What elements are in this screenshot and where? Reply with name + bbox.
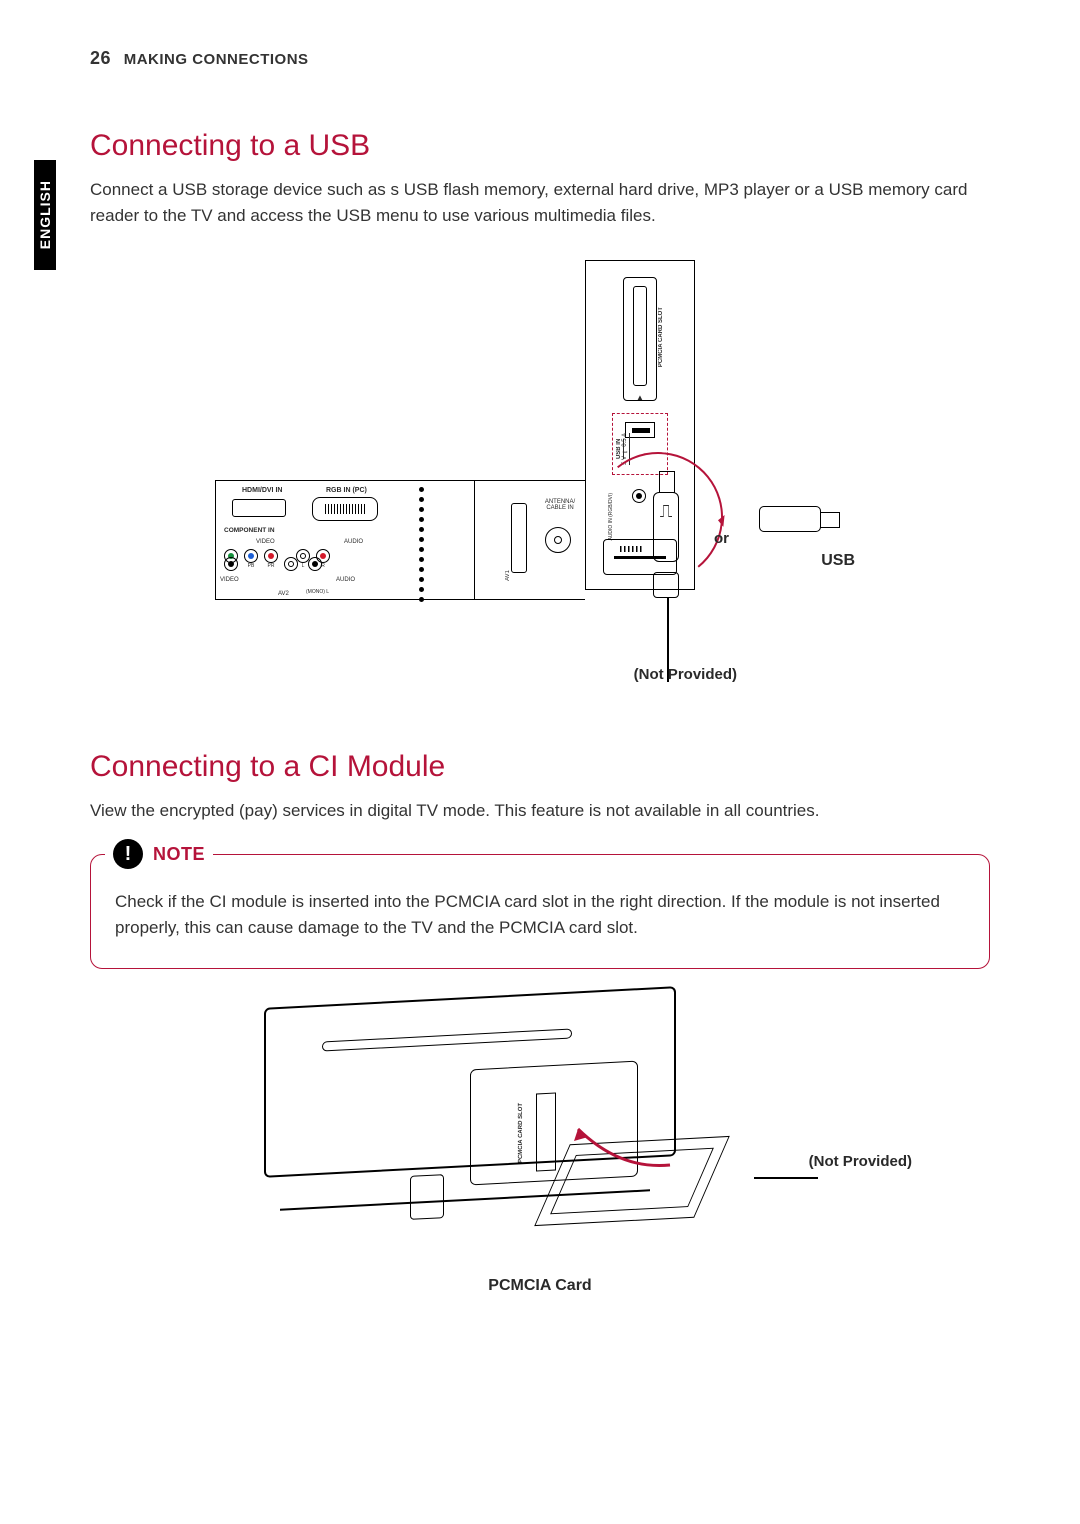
av2-mono-label: (MONO) L <box>306 589 329 595</box>
component-audio-label: AUDIO <box>344 539 363 545</box>
pcmcia-slot: ▲ <box>623 277 657 401</box>
antenna-label: ANTENNA/ CABLE IN <box>537 499 583 511</box>
tv-pcmcia-slot-label: PCMCIA CARD SLOT <box>518 1103 524 1163</box>
av2-video-label: VIDEO <box>220 577 239 583</box>
av2-audio-label: AUDIO <box>336 577 355 583</box>
manual-page: 26 MAKING CONNECTIONS ENGLISH Connecting… <box>0 0 1080 1524</box>
pcmcia-slot-label: PCMCIA CARD SLOT <box>658 307 664 367</box>
usb-label: USB <box>821 552 855 570</box>
figure-ci-module: PCMCIA CARD SLOT (Not Provided) <box>260 993 820 1273</box>
usb-cable <box>667 598 669 668</box>
usb-stick-horizontal <box>759 506 821 532</box>
av2-video-jack <box>224 557 238 571</box>
tv-rear-panel: HDMI/DVI IN RGB IN (PC) COMPONENT IN VID… <box>215 480 475 600</box>
component-label: COMPONENT IN <box>224 527 275 534</box>
rgb-label: RGB IN (PC) <box>326 487 367 494</box>
section-heading-ci: Connecting to a CI Module <box>90 750 990 784</box>
note-box: ! NOTE Check if the CI module is inserte… <box>90 854 990 969</box>
hdmi-port <box>232 499 286 517</box>
section-body-ci: View the encrypted (pay) services in dig… <box>90 798 990 824</box>
language-tab-text: ENGLISH <box>37 180 53 249</box>
running-section-title: MAKING CONNECTIONS <box>124 51 309 68</box>
figure-usb-connection: ▲ PCMCIA CARD SLOT USB IN5 V ⎓ 0.5 A AUD… <box>215 260 865 690</box>
tv-pcmcia-slot <box>536 1092 556 1171</box>
component-video-label: VIDEO <box>256 539 275 545</box>
av2-label: AV2 <box>278 591 289 597</box>
language-tab: ENGLISH <box>34 160 56 270</box>
pcmcia-card-label: PCMCIA Card <box>90 1277 990 1295</box>
page-number: 26 <box>90 48 111 68</box>
not-provided-label-usb: (Not Provided) <box>634 666 737 683</box>
scart-av1 <box>511 503 527 573</box>
section-body-usb: Connect a USB storage device such as s U… <box>90 177 990 230</box>
usb-cable-connector <box>653 572 679 598</box>
antenna-coax <box>545 527 571 553</box>
usb-stick-vertical: ⎍ <box>653 492 679 562</box>
hdmi-label: HDMI/DVI IN <box>242 487 282 494</box>
or-label: or <box>714 530 729 547</box>
not-provided-label-ci: (Not Provided) <box>809 1153 912 1170</box>
usb-icon: ⎍ <box>654 501 678 561</box>
note-text: Check if the CI module is inserted into … <box>115 889 965 942</box>
running-header: 26 MAKING CONNECTIONS <box>90 48 990 69</box>
av2-audio-r <box>308 557 322 571</box>
section-heading-usb: Connecting to a USB <box>90 129 990 163</box>
usb-in-port <box>625 422 655 438</box>
note-legend: ! NOTE <box>105 839 213 869</box>
insert-arrow-icon <box>560 1115 680 1175</box>
vga-port <box>312 497 378 521</box>
rear-panel-bridge: AV1 ANTENNA/ CABLE IN <box>475 480 585 600</box>
av2-audio-l <box>284 557 298 571</box>
av1-label: AV1 <box>505 570 511 581</box>
note-icon: ! <box>113 839 143 869</box>
note-label: NOTE <box>153 844 205 865</box>
